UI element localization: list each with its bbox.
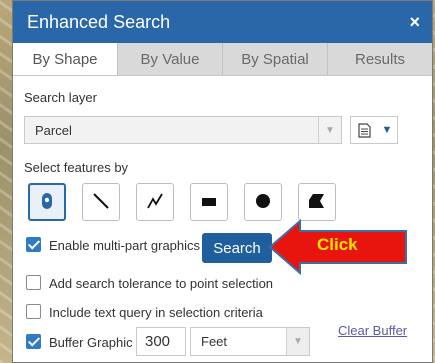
panel-titlebar: Enhanced Search × [13,1,432,43]
tab-results[interactable]: Results [328,43,432,75]
click-callout: Click [268,219,410,275]
enhanced-search-panel: Enhanced Search × By Shape By Value By S… [12,0,433,363]
chevron-down-icon: ▼ [318,117,341,143]
polyline-icon [145,191,165,214]
select-features-label: Select features by [24,160,129,175]
point-tool-button[interactable] [28,183,66,221]
buffer-label: Buffer Graphic [49,335,133,350]
chevron-down-icon: ▼ [286,328,309,355]
tab-by-spatial[interactable]: By Spatial [223,43,328,75]
panel-title: Enhanced Search [27,11,171,32]
rectangle-icon [201,195,217,210]
search-layer-label: Search layer [24,90,97,105]
layer-options-button[interactable]: ▼ [350,116,398,144]
caret-down-icon: ▼ [381,124,393,136]
point-icon [41,192,53,213]
text-query-checkbox[interactable] [26,304,41,319]
tab-by-shape[interactable]: By Shape [13,43,118,75]
circle-tool-button[interactable] [244,183,282,221]
text-query-label: Include text query in selection criteria [49,305,263,320]
circle-icon [255,193,271,212]
polyline-tool-button[interactable] [136,183,174,221]
document-icon [351,122,377,138]
search-layer-select[interactable]: Parcel ▼ [24,116,342,144]
search-layer-value: Parcel [35,122,72,138]
line-icon [91,191,111,214]
buffer-unit-select[interactable]: Feet ▼ [190,327,310,356]
clear-buffer-link[interactable]: Clear Buffer [338,323,407,338]
tolerance-label: Add search tolerance to point selection [49,276,274,291]
tab-bar: By Shape By Value By Spatial Results [13,43,432,76]
close-icon[interactable]: × [409,12,420,33]
rectangle-tool-button[interactable] [190,183,228,221]
polygon-tool-button[interactable] [298,183,336,221]
buffer-checkbox[interactable] [26,334,41,349]
buffer-distance-input[interactable]: 300 [136,327,186,356]
tolerance-checkbox[interactable] [26,275,41,290]
search-button[interactable]: Search [202,233,272,263]
tab-by-value[interactable]: By Value [118,43,223,75]
multipart-checkbox[interactable] [26,237,41,252]
polygon-icon [308,193,326,212]
callout-label: Click [317,235,358,254]
line-tool-button[interactable] [82,183,120,221]
buffer-unit-value: Feet [201,334,228,349]
multipart-label: Enable multi-part graphics [49,238,201,253]
